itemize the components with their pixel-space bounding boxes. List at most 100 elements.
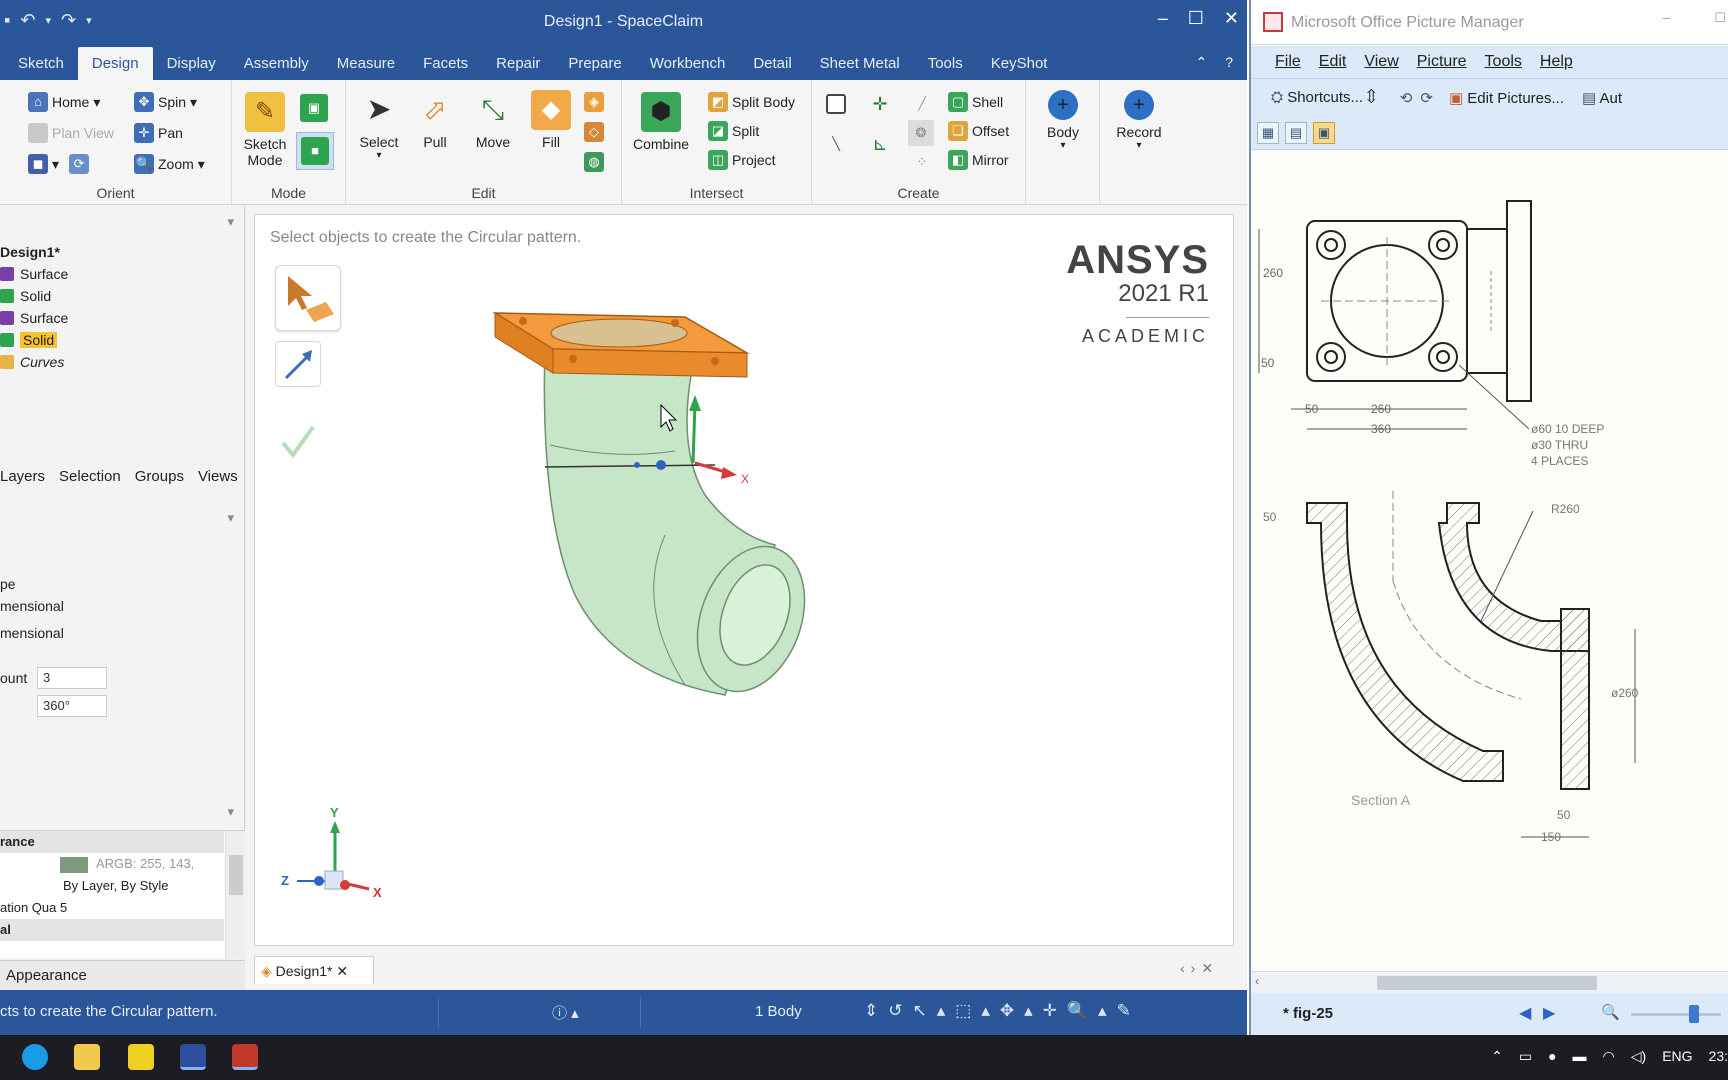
filmstrip-view-icon[interactable]: ▤ xyxy=(1285,122,1307,144)
tab-groups[interactable]: Groups xyxy=(135,468,184,496)
tab-sketch[interactable]: Sketch xyxy=(4,55,78,80)
split-button[interactable]: ◪ Split xyxy=(708,121,759,141)
3d-mode-button[interactable]: ■ xyxy=(296,132,334,170)
tray-overflow-icon[interactable]: ⌃ xyxy=(1491,1048,1503,1065)
tab-facets[interactable]: Facets xyxy=(409,55,482,80)
panel-pin-icon[interactable]: ▾ xyxy=(227,214,234,230)
tree-item-solid-2[interactable]: Solid xyxy=(0,332,58,348)
network-drive-icon[interactable]: ▭ xyxy=(1519,1048,1532,1065)
pull-button[interactable]: ⬀ Pull xyxy=(406,90,464,150)
close-icon[interactable]: ✕ xyxy=(1224,8,1239,29)
pm-minimize-icon[interactable]: – xyxy=(1663,10,1670,25)
move-button[interactable]: ⤡ Move xyxy=(464,90,522,150)
tab-detail[interactable]: Detail xyxy=(739,55,805,80)
info-icon[interactable]: ⓘ ▴ xyxy=(552,1002,579,1023)
offset-button[interactable]: ❏ Offset xyxy=(948,121,1009,141)
point-button[interactable]: ✛ xyxy=(870,94,890,114)
section-mode-button[interactable]: ▣ xyxy=(300,94,328,122)
home-button[interactable]: ⌂ Home ▾ xyxy=(28,92,100,112)
microphone-icon[interactable]: ● xyxy=(1548,1048,1556,1065)
select-button[interactable]: ➤ Select ▾ xyxy=(350,90,408,161)
status-tools[interactable]: ⇕↺↖▴⬚▴✥▴✛🔍▴✎ xyxy=(864,1001,1141,1021)
tab-layers[interactable]: Layers xyxy=(0,468,45,496)
record-button[interactable]: + Record ▾ xyxy=(1110,90,1168,151)
pm-scroll-thumb[interactable] xyxy=(1377,976,1597,990)
pm-maximize-icon[interactable]: ☐ xyxy=(1714,10,1726,26)
line-button[interactable]: ╱ xyxy=(912,94,932,114)
zoom-out-icon[interactable]: 🔍 xyxy=(1601,1003,1620,1021)
pm-rotate-right-icon[interactable]: ⟳ xyxy=(1420,89,1433,107)
plane-button[interactable] xyxy=(826,94,846,114)
file-explorer-icon[interactable] xyxy=(74,1044,100,1070)
project-button[interactable]: ◫ Project xyxy=(708,150,776,170)
tab-repair[interactable]: Repair xyxy=(482,55,554,80)
clock[interactable]: 23: xyxy=(1709,1048,1728,1065)
linear-pattern-button[interactable]: ⁘ xyxy=(912,152,932,172)
properties-scrollbar[interactable] xyxy=(225,831,245,959)
edit-tool-3[interactable]: ◍ xyxy=(584,152,604,172)
pm-auto-correct-button[interactable]: ▤ Aut xyxy=(1582,89,1622,107)
tab-selection[interactable]: Selection xyxy=(59,468,121,496)
pm-menu-help[interactable]: Help xyxy=(1540,53,1573,71)
next-picture-icon[interactable]: ▶ xyxy=(1543,1003,1555,1023)
tab-assembly[interactable]: Assembly xyxy=(230,55,323,80)
single-view-icon[interactable]: ▣ xyxy=(1313,122,1335,144)
minimize-icon[interactable]: – xyxy=(1158,8,1168,29)
tab-workbench[interactable]: Workbench xyxy=(636,55,740,80)
origin-button[interactable]: ⊾ xyxy=(870,134,890,154)
props-pin-icon[interactable]: ▾ xyxy=(227,804,234,820)
tree-item-surface-1[interactable]: Surface xyxy=(0,266,68,282)
body-button[interactable]: + Body ▾ xyxy=(1034,90,1092,151)
move-handle-y[interactable] xyxy=(691,402,697,464)
pm-menu-picture[interactable]: Picture xyxy=(1417,53,1467,71)
options-pin-icon[interactable]: ▾ xyxy=(227,510,234,526)
document-tab[interactable]: ◈ Design1* ✕ xyxy=(254,956,374,984)
angle-input[interactable]: 360° xyxy=(37,695,107,717)
close-document-icon[interactable]: ✕ xyxy=(336,963,348,979)
split-body-button[interactable]: ◩ Split Body xyxy=(708,92,795,112)
picture-manager-taskbar-icon[interactable] xyxy=(232,1044,258,1070)
pm-menu-edit[interactable]: Edit xyxy=(1319,53,1347,71)
sketch-mode-button[interactable]: ✎ Sketch Mode xyxy=(236,92,294,168)
pm-menu-tools[interactable]: Tools xyxy=(1485,53,1522,71)
edge-icon[interactable] xyxy=(22,1044,48,1070)
view-cube-button[interactable]: ◼ ▾ ⟳ xyxy=(28,154,90,174)
edit-tool-2[interactable]: ◇ xyxy=(584,122,604,142)
material-row[interactable]: al xyxy=(0,919,224,941)
tree-item-solid-1[interactable]: Solid xyxy=(0,288,51,304)
elbow-pipe-model[interactable]: X xyxy=(255,215,1234,946)
zoom-button[interactable]: 🔍 Zoom ▾ xyxy=(134,154,205,174)
spin-button[interactable]: ✥ Spin ▾ xyxy=(134,92,197,112)
pattern-button[interactable]: ❂ xyxy=(908,120,934,146)
spaceclaim-taskbar-icon[interactable] xyxy=(180,1044,206,1070)
plan-view-button[interactable]: Plan View xyxy=(28,123,114,143)
sticky-notes-icon[interactable] xyxy=(128,1044,154,1070)
tab-keyshot[interactable]: KeyShot xyxy=(977,55,1062,80)
help-icon[interactable]: ? xyxy=(1225,54,1233,71)
count-input[interactable]: 3 xyxy=(37,667,107,689)
color-row[interactable]: ARGB: 255, 143, xyxy=(0,853,224,875)
battery-icon[interactable]: ▬ xyxy=(1573,1048,1587,1065)
style-row[interactable]: By Layer, By Style xyxy=(0,875,224,897)
option-dimensional-1[interactable]: mensional xyxy=(0,598,64,614)
axis-button[interactable]: ╲ xyxy=(826,134,846,154)
collapse-ribbon-icon[interactable]: ⌃ xyxy=(1195,54,1207,71)
zoom-slider[interactable] xyxy=(1631,1005,1721,1023)
tree-item-curves[interactable]: Curves xyxy=(0,354,64,370)
pm-horizontal-scrollbar[interactable]: ‹ xyxy=(1251,971,1728,993)
maximize-icon[interactable]: ☐ xyxy=(1188,8,1204,29)
wifi-icon[interactable]: ◠ xyxy=(1603,1048,1615,1065)
mirror-button[interactable]: ◧ Mirror xyxy=(948,150,1009,170)
combine-button[interactable]: ⬢ Combine xyxy=(626,92,696,152)
scroll-left-icon[interactable]: ‹ xyxy=(1255,974,1259,988)
zoom-slider-thumb[interactable] xyxy=(1689,1005,1699,1023)
pm-shortcuts-button[interactable]: ⛭ Shortcuts... ⇕ xyxy=(1271,89,1376,106)
shell-button[interactable]: ▢ Shell xyxy=(948,92,1003,112)
pan-button[interactable]: ✛ Pan xyxy=(134,123,183,143)
3d-viewport[interactable]: Select objects to create the Circular pa… xyxy=(254,214,1234,946)
volume-icon[interactable]: ◁) xyxy=(1631,1048,1646,1065)
pm-menu-file[interactable]: File xyxy=(1275,53,1301,71)
previous-picture-icon[interactable]: ◀ xyxy=(1519,1003,1531,1023)
quality-row[interactable]: ation Qua 5 xyxy=(0,897,224,919)
fill-button[interactable]: ◆ Fill xyxy=(522,90,580,150)
